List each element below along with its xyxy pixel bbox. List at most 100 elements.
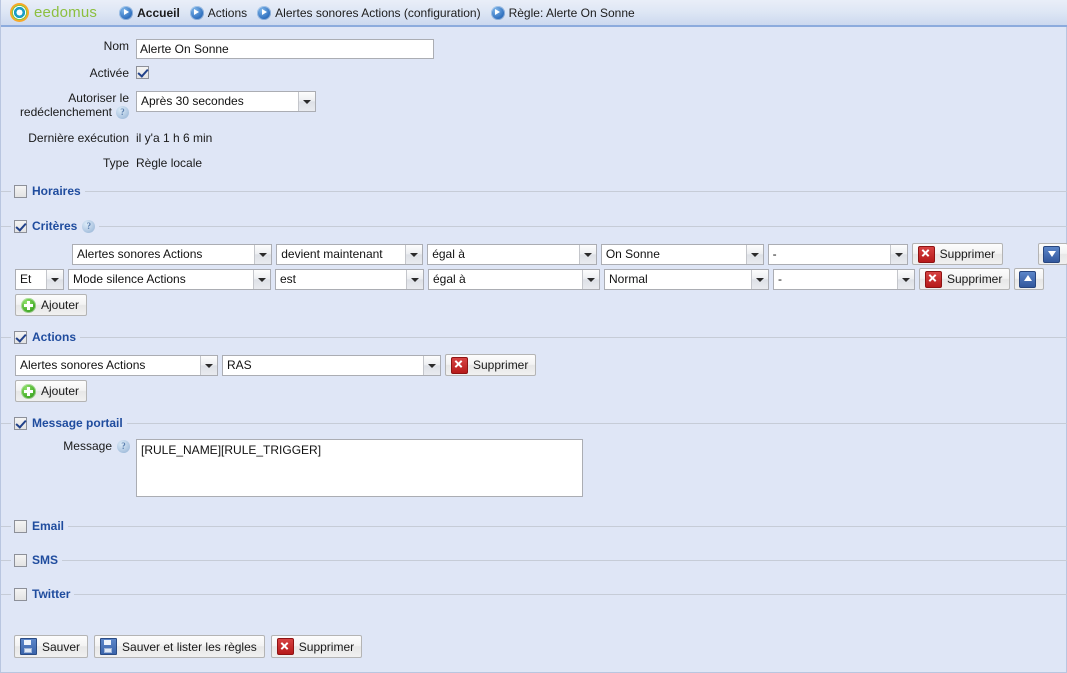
- blue-arrow-circle-icon: [490, 5, 505, 20]
- chevron-down-icon: [582, 269, 599, 289]
- criteria-comparator-value: égal à: [433, 271, 466, 286]
- sms-checkbox[interactable]: [14, 553, 27, 567]
- chevron-down-icon: [578, 244, 596, 264]
- chevron-down-icon: [298, 92, 315, 111]
- message-portail-checkbox[interactable]: [14, 416, 27, 430]
- breadcrumb-item-accueil[interactable]: Accueil: [119, 5, 180, 20]
- criteria-delete-button[interactable]: Supprimer: [919, 268, 1011, 290]
- criteria-add-button[interactable]: Ajouter: [15, 294, 88, 316]
- redeclenchement-select[interactable]: Après 30 secondes: [136, 91, 316, 112]
- add-icon: [21, 297, 36, 313]
- horaires-label: Horaires: [32, 184, 81, 198]
- chevron-down-icon: [46, 269, 63, 289]
- chevron-down-icon: [751, 269, 768, 289]
- save-and-list-rules-button[interactable]: Sauver et lister les règles: [94, 635, 265, 658]
- criteria-logic-select[interactable]: Et: [15, 268, 64, 290]
- redeclenchement-label-line2: redéclenchement: [19, 105, 112, 119]
- blue-arrow-circle-icon: [189, 5, 204, 20]
- breadcrumb-label: Actions: [207, 5, 248, 20]
- criteria-move-up-button[interactable]: [1014, 268, 1045, 290]
- criteria-event-select[interactable]: devient maintenant: [276, 243, 424, 265]
- top-navigation-bar: eedomus Accueil Actions Alertes sonores …: [1, 0, 1067, 27]
- activee-checkbox[interactable]: [136, 66, 149, 79]
- action-row: Alertes sonores Actions RAS Supprimer: [15, 354, 1067, 376]
- criteria-extra-value: -: [772, 246, 777, 261]
- brand-name: eedomus: [34, 4, 98, 21]
- criteres-label: Critères: [32, 219, 78, 233]
- breadcrumb-item-regle[interactable]: Règle: Alerte On Sonne: [490, 5, 635, 20]
- field-row-message: Message ?: [1, 439, 1067, 497]
- criteria-comparator-select[interactable]: égal à: [427, 243, 597, 265]
- field-row-derniere-execution: Dernière exécution il y'a 1 h 6 min: [1, 131, 1067, 146]
- criteria-delete-label: Supprimer: [939, 247, 995, 261]
- action-add-label: Ajouter: [41, 384, 80, 398]
- rule-form: Nom Activée Autoriser le redéclenchement…: [1, 27, 1067, 658]
- action-delete-button[interactable]: Supprimer: [445, 354, 537, 376]
- section-message-portail: Message portail Message ?: [1, 416, 1067, 507]
- add-icon: [21, 383, 36, 399]
- nom-input[interactable]: [136, 39, 434, 59]
- delete-icon: [451, 356, 468, 374]
- action-command-select[interactable]: RAS: [222, 354, 441, 376]
- criteria-value-select[interactable]: On Sonne: [600, 243, 764, 265]
- chevron-down-icon: [423, 355, 440, 375]
- criteria-value-value: On Sonne: [605, 246, 660, 261]
- criteria-move-down-button[interactable]: [1038, 243, 1067, 265]
- criteria-value-select[interactable]: Normal: [604, 268, 769, 290]
- twitter-label: Twitter: [32, 587, 71, 601]
- criteria-event-value: est: [280, 271, 297, 286]
- horaires-checkbox[interactable]: [14, 184, 27, 198]
- chevron-down-icon: [253, 269, 270, 289]
- message-portail-label: Message portail: [32, 416, 123, 430]
- criteres-checkbox[interactable]: [14, 219, 27, 233]
- criteria-comparator-value: égal à: [432, 246, 465, 261]
- footer-button-bar: Sauver Sauver et lister les règles Suppr…: [14, 635, 1067, 658]
- brand-logo[interactable]: eedomus: [10, 3, 97, 22]
- criteria-row: Alertes sonores Actions devient maintena…: [15, 243, 1067, 265]
- criteria-extra-select[interactable]: -: [767, 243, 908, 265]
- criteria-source-select[interactable]: Alertes sonores Actions: [72, 243, 273, 265]
- redeclenchement-label-line1: Autoriser le: [68, 91, 129, 105]
- section-message-portail-legend: Message portail: [11, 416, 127, 430]
- eedomus-ring-logo-icon: [10, 3, 29, 22]
- criteria-event-value: devient maintenant: [281, 246, 383, 261]
- criteria-extra-value: -: [778, 271, 782, 286]
- save-and-list-label: Sauver et lister les règles: [122, 639, 257, 654]
- delete-icon: [917, 245, 935, 263]
- actions-checkbox[interactable]: [14, 330, 27, 344]
- breadcrumb-item-actions[interactable]: Actions: [189, 5, 248, 20]
- email-checkbox[interactable]: [14, 519, 27, 533]
- message-label: Message: [63, 439, 112, 453]
- derniere-execution-label: Dernière exécution: [28, 131, 129, 145]
- field-row-redeclenchement: Autoriser le redéclenchement ? Après 30 …: [1, 91, 1067, 119]
- twitter-checkbox[interactable]: [14, 587, 27, 601]
- redeclenchement-label: Autoriser le redéclenchement ?: [1, 91, 136, 119]
- criteria-extra-select[interactable]: -: [773, 268, 915, 290]
- delete-rule-button[interactable]: Supprimer: [270, 635, 363, 658]
- derniere-execution-value: il y'a 1 h 6 min: [136, 131, 213, 145]
- criteria-event-select[interactable]: est: [275, 268, 424, 290]
- action-target-select[interactable]: Alertes sonores Actions: [15, 354, 218, 376]
- type-value: Règle locale: [136, 156, 203, 170]
- section-sms-legend: SMS: [11, 553, 63, 567]
- section-twitter: Twitter: [1, 587, 1067, 616]
- section-horaires: Horaires: [1, 184, 1067, 213]
- criteria-delete-button[interactable]: Supprimer: [911, 243, 1003, 265]
- message-textarea[interactable]: [136, 439, 583, 497]
- help-icon[interactable]: ?: [117, 440, 130, 453]
- save-button[interactable]: Sauver: [14, 635, 89, 658]
- rule-editor-page: eedomus Accueil Actions Alertes sonores …: [0, 0, 1067, 673]
- breadcrumb-item-alertes-sonores-config[interactable]: Alertes sonores Actions (configuration): [257, 5, 481, 20]
- action-command-value: RAS: [227, 357, 252, 372]
- action-add-button[interactable]: Ajouter: [15, 380, 88, 402]
- field-row-nom: Nom: [1, 39, 1067, 59]
- delete-label: Supprimer: [298, 639, 355, 654]
- criteria-logic-value: Et: [20, 271, 32, 286]
- criteria-source-select[interactable]: Mode silence Actions: [68, 268, 271, 290]
- section-horaires-legend: Horaires: [11, 184, 85, 198]
- criteria-comparator-select[interactable]: égal à: [428, 268, 600, 290]
- help-icon[interactable]: ?: [116, 105, 129, 119]
- message-label-wrap: Message ?: [1, 439, 136, 454]
- chevron-down-icon: [897, 269, 914, 289]
- help-icon[interactable]: ?: [82, 219, 96, 233]
